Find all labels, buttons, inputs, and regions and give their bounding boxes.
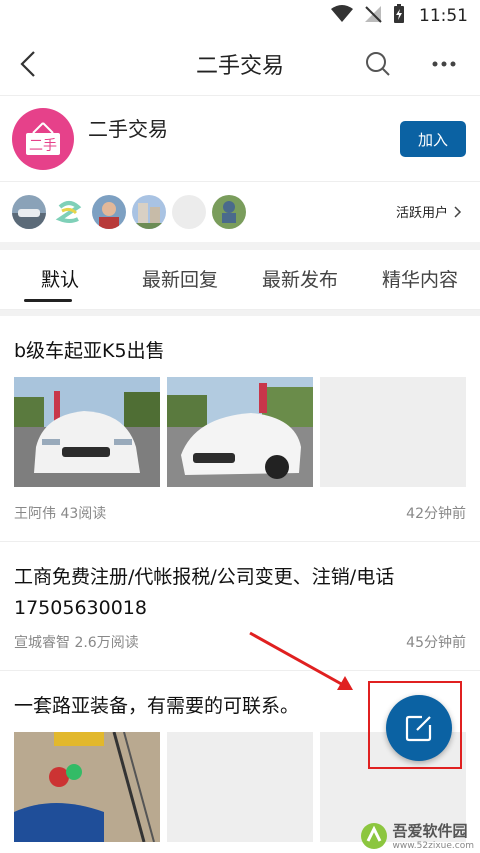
post-item[interactable]: 工商免费注册/代帐报税/公司变更、注销/电话17505630018 宣城睿智 2… [0, 542, 480, 671]
chevron-right-icon [454, 205, 462, 218]
avatar[interactable] [92, 195, 126, 229]
post-views: 43阅读 [60, 506, 107, 522]
active-users-label: 活跃用户 [395, 206, 448, 221]
post-author: 宣城睿智 [14, 635, 70, 651]
group-logo[interactable]: 二手 [12, 107, 74, 170]
annotation-arrow [249, 631, 353, 690]
avatar[interactable] [52, 195, 86, 229]
more-button[interactable] [424, 44, 464, 84]
wifi-icon [331, 5, 353, 27]
tab-latest-post[interactable]: 最新发布 [240, 250, 360, 310]
tab-default[interactable]: 默认 [0, 250, 120, 310]
watermark-logo-icon [360, 822, 387, 849]
annotation-highlight-box [368, 681, 462, 769]
tab-bar: 默认 最新回复 最新发布 精华内容 [0, 250, 480, 310]
post-images [14, 377, 466, 487]
back-button[interactable] [8, 44, 48, 84]
status-time: 11:51 [419, 6, 468, 26]
group-logo-text: 二手 [29, 138, 57, 154]
post-meta: 王阿伟 43阅读 42分钟前 [14, 487, 466, 541]
post-title[interactable]: b级车起亚K5出售 [14, 316, 466, 367]
more-dots-icon [432, 61, 456, 67]
post-author-views: 宣城睿智 2.6万阅读 [14, 632, 139, 652]
compose-button[interactable] [386, 695, 452, 761]
post-meta: 宣城睿智 2.6万阅读 45分钟前 [14, 624, 466, 670]
search-icon [366, 52, 390, 76]
car-photo[interactable] [14, 377, 160, 487]
battery-charging-icon [393, 4, 405, 28]
fishing-gear-photo[interactable] [14, 732, 160, 842]
post-author: 王阿伟 [14, 506, 56, 522]
group-name: 二手交易 [88, 117, 168, 141]
image-placeholder[interactable] [320, 377, 466, 487]
signboard-icon: 二手 [26, 121, 60, 155]
avatar[interactable] [212, 195, 246, 229]
active-users-link[interactable]: 活跃用户 [396, 202, 462, 221]
watermark-url: www.52zixue.com [392, 841, 474, 851]
active-users-row[interactable]: 活跃用户 [0, 182, 480, 242]
watermark: 吾爱软件园 www.52zixue.com [359, 820, 474, 851]
post-title[interactable]: 工商免费注册/代帐报税/公司变更、注销/电话17505630018 [14, 542, 466, 624]
tab-featured[interactable]: 精华内容 [360, 250, 480, 310]
avatar[interactable] [12, 195, 46, 229]
avatar[interactable] [172, 195, 206, 229]
watermark-text: 吾爱软件园 [392, 822, 468, 840]
page-title: 二手交易 [195, 53, 284, 79]
avatar[interactable] [132, 195, 166, 229]
edit-icon [405, 715, 432, 742]
post-author-views: 王阿伟 43阅读 [14, 503, 106, 523]
post-views: 2.6万阅读 [74, 635, 139, 651]
status-bar: 11:51 [0, 0, 480, 32]
join-button[interactable]: 加入 [400, 121, 466, 157]
search-button[interactable] [358, 44, 398, 84]
nav-bar: 二手交易 [0, 32, 480, 96]
no-signal-icon [363, 5, 383, 27]
image-placeholder[interactable] [167, 732, 313, 842]
post-item[interactable]: b级车起亚K5出售 王阿伟 43阅读 42分钟前 [0, 316, 480, 542]
post-time: 45分钟前 [406, 635, 466, 651]
post-time: 42分钟前 [406, 506, 466, 522]
back-arrow-icon [20, 51, 35, 77]
group-header: 二手 二手交易 加入 [0, 96, 480, 182]
tab-latest-reply[interactable]: 最新回复 [120, 250, 240, 310]
car-photo[interactable] [167, 377, 313, 487]
